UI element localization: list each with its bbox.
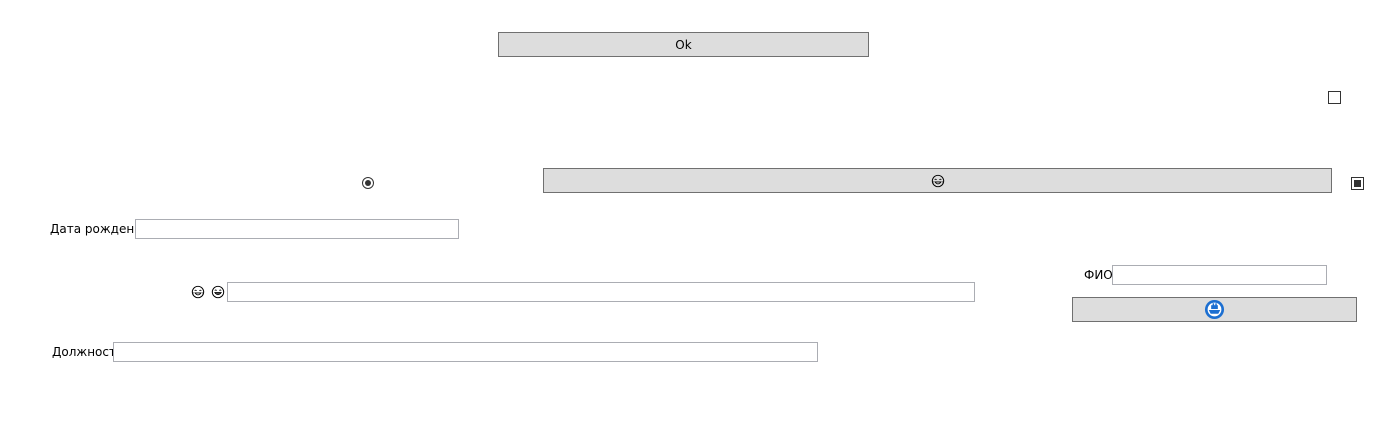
ok-button-label: Ok	[675, 37, 692, 52]
full-name-field[interactable]	[1112, 265, 1327, 285]
ok-button[interactable]: Ok	[498, 32, 869, 57]
full-name-label: ФИО	[1084, 268, 1113, 282]
emoji-text-field[interactable]	[227, 282, 975, 302]
grinning-face-icon	[211, 285, 225, 299]
radio-dot	[365, 180, 371, 186]
ship-button[interactable]	[1072, 297, 1357, 322]
position-field[interactable]	[113, 342, 818, 362]
birth-date-field[interactable]	[135, 219, 459, 239]
radio-button[interactable]	[362, 177, 374, 189]
emoji-button[interactable]	[543, 168, 1332, 193]
ship-emblem-icon	[1204, 299, 1225, 320]
form-window: Ok Дата рождения ФИО Должность	[0, 0, 1375, 423]
checkbox-right[interactable]	[1351, 177, 1364, 190]
checkbox-top[interactable]	[1328, 91, 1341, 104]
laughing-tears-face-icon	[931, 174, 944, 187]
laughing-tears-face-icon	[191, 285, 205, 299]
checkbox-mark	[1354, 180, 1361, 187]
